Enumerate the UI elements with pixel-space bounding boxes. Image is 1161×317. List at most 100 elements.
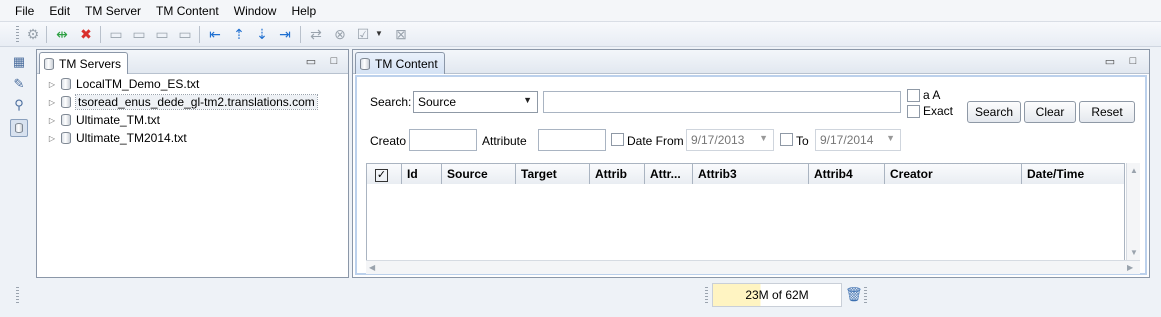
connect-server-icon[interactable]: ⇹	[53, 25, 71, 43]
edit-view-icon[interactable]: ✎	[10, 75, 28, 93]
chevron-down-icon: ▼	[886, 133, 895, 143]
case-sensitive-checkbox[interactable]	[907, 89, 920, 102]
expand-arrow-icon[interactable]: ▷	[46, 98, 58, 107]
column-target[interactable]: Target	[516, 164, 590, 184]
menu-help[interactable]: Help	[284, 0, 324, 22]
tree-item[interactable]: ▷ tsoread_enus_dede_gl-tm2.translations.…	[46, 93, 318, 111]
menu-edit[interactable]: Edit	[42, 0, 78, 22]
tree-item[interactable]: ▷ LocalTM_Demo_ES.txt	[46, 75, 199, 93]
search-field-select[interactable]: Source ▼	[413, 91, 538, 113]
status-bar: 23M of 62M 🗑	[0, 283, 1161, 317]
vertical-scrollbar[interactable]: ▲ ▼	[1126, 163, 1140, 260]
maximize-icon[interactable]: □	[328, 55, 340, 67]
menu-bar: File Edit TM Server TM Content Window He…	[0, 0, 1161, 22]
attribute-input[interactable]	[538, 129, 606, 151]
minimize-icon[interactable]: ▭	[305, 55, 317, 68]
tree-item[interactable]: ▷ Ultimate_TM.txt	[46, 111, 160, 129]
creator-input[interactable]	[409, 129, 477, 151]
last-page-icon[interactable]: ⇥	[276, 25, 294, 43]
scroll-left-icon[interactable]: ◀	[369, 263, 375, 272]
database-icon	[61, 78, 71, 90]
close-tm-icon[interactable]: ▭	[153, 25, 171, 43]
exact-checkbox[interactable]	[907, 105, 920, 118]
check-icon: ✓	[375, 169, 388, 182]
attribute-label: Attribute	[482, 134, 527, 148]
disconnect-server-icon[interactable]: ✖	[77, 25, 95, 43]
refresh-tm-icon[interactable]: ▭	[176, 25, 194, 43]
results-table-body	[366, 184, 1125, 260]
open-tm-icon[interactable]: ▭	[107, 25, 125, 43]
column-attrib3[interactable]: Attrib3	[693, 164, 809, 184]
date-from-picker[interactable]: 9/17/2013 ▼	[686, 129, 774, 151]
reset-button[interactable]: Reset	[1079, 101, 1135, 123]
database-icon	[61, 114, 71, 126]
scroll-down-icon[interactable]: ▼	[1130, 248, 1138, 257]
menu-file[interactable]: File	[8, 0, 42, 22]
column-attrib[interactable]: Attrib	[590, 164, 645, 184]
column-id[interactable]: Id	[402, 164, 442, 184]
search-input[interactable]	[543, 91, 901, 113]
tree-item-label: tsoread_enus_dede_gl-tm2.translations.co…	[75, 94, 318, 110]
column-source[interactable]: Source	[442, 164, 516, 184]
tm-content-body: Search: Source ▼ a A Exact Search Clear …	[355, 75, 1147, 275]
date-from-value: 9/17/2013	[691, 133, 745, 147]
date-to-picker[interactable]: 9/17/2014 ▼	[815, 129, 901, 151]
date-to-checkbox[interactable]	[780, 133, 793, 146]
case-sensitive-label: a A	[923, 88, 941, 102]
menu-tm-server[interactable]: TM Server	[78, 0, 149, 22]
column-creator[interactable]: Creator	[885, 164, 1022, 184]
checkbox-icon[interactable]: ☑	[354, 25, 372, 43]
scroll-up-icon[interactable]: ▲	[1130, 166, 1138, 175]
clear-button[interactable]: Clear	[1024, 101, 1076, 123]
toolbar-grip[interactable]	[16, 26, 19, 43]
clear-filter-icon[interactable]: ⊠	[392, 25, 410, 43]
expand-arrow-icon[interactable]: ▷	[46, 80, 58, 89]
first-page-icon[interactable]: ⇤	[206, 25, 224, 43]
tm-servers-panel: TM Servers ▭ □ ▷ LocalTM_Demo_ES.txt ▷ t…	[36, 49, 349, 278]
results-table-header: ✓ Id Source Target Attrib Attr... Attrib…	[366, 163, 1125, 185]
expand-arrow-icon[interactable]: ▷	[46, 134, 58, 143]
delete-circle-icon[interactable]: ⊗	[331, 25, 349, 43]
tab-tm-content[interactable]: TM Content	[355, 52, 445, 74]
new-tm-icon[interactable]: ▭	[130, 25, 148, 43]
column-date-time[interactable]: Date/Time	[1022, 164, 1124, 184]
column-attrib4[interactable]: Attrib4	[809, 164, 885, 184]
tree-item[interactable]: ▷ Ultimate_TM2014.txt	[46, 129, 187, 147]
replace-icon[interactable]: ⇄	[307, 25, 325, 43]
trash-icon[interactable]: 🗑	[845, 286, 863, 302]
database-icon	[61, 132, 71, 144]
scroll-right-icon[interactable]: ▶	[1127, 263, 1133, 272]
arrow-up-icon[interactable]: ⇡	[230, 25, 248, 43]
tm-servers-view-icon[interactable]	[10, 119, 28, 137]
tm-servers-panel-header: TM Servers ▭ □	[37, 50, 348, 74]
tab-tm-servers-label: TM Servers	[59, 56, 122, 71]
tab-tm-servers[interactable]: TM Servers	[39, 52, 129, 74]
select-all-checkbox[interactable]: ✓	[367, 164, 402, 184]
status-grip	[864, 287, 867, 305]
gear-icon[interactable]: ⚙	[24, 25, 42, 43]
search-button[interactable]: Search	[967, 101, 1021, 123]
search-field-value: Source	[418, 95, 457, 109]
chevron-down-icon: ▼	[759, 133, 768, 143]
minimize-icon[interactable]: ▭	[1104, 55, 1116, 68]
status-grip	[16, 287, 19, 305]
toolbar-separator	[199, 26, 200, 43]
search-view-icon[interactable]: ⚲	[10, 96, 28, 114]
menu-window[interactable]: Window	[227, 0, 285, 22]
chevron-down-icon: ▼	[523, 95, 532, 105]
exact-label: Exact	[923, 104, 954, 118]
expand-arrow-icon[interactable]: ▷	[46, 116, 58, 125]
date-from-checkbox[interactable]	[611, 133, 624, 146]
column-attrib2[interactable]: Attr...	[645, 164, 693, 184]
horizontal-scrollbar[interactable]: ◀ ▶	[366, 260, 1140, 274]
tree-item-label: Ultimate_TM2014.txt	[76, 131, 187, 145]
new-view-icon[interactable]: ▦	[10, 53, 28, 71]
creator-label: Creato	[370, 134, 407, 148]
dropdown-arrow-icon[interactable]: ▼	[373, 25, 385, 43]
tm-content-panel: TM Content ▭ □ Search: Source ▼ a A Exac…	[352, 49, 1150, 278]
menu-tm-content[interactable]: TM Content	[149, 0, 227, 22]
arrow-down-icon[interactable]: ⇣	[253, 25, 271, 43]
heap-memory-indicator: 23M of 62M	[712, 283, 842, 307]
toolbar-separator	[46, 26, 47, 43]
maximize-icon[interactable]: □	[1127, 55, 1139, 67]
